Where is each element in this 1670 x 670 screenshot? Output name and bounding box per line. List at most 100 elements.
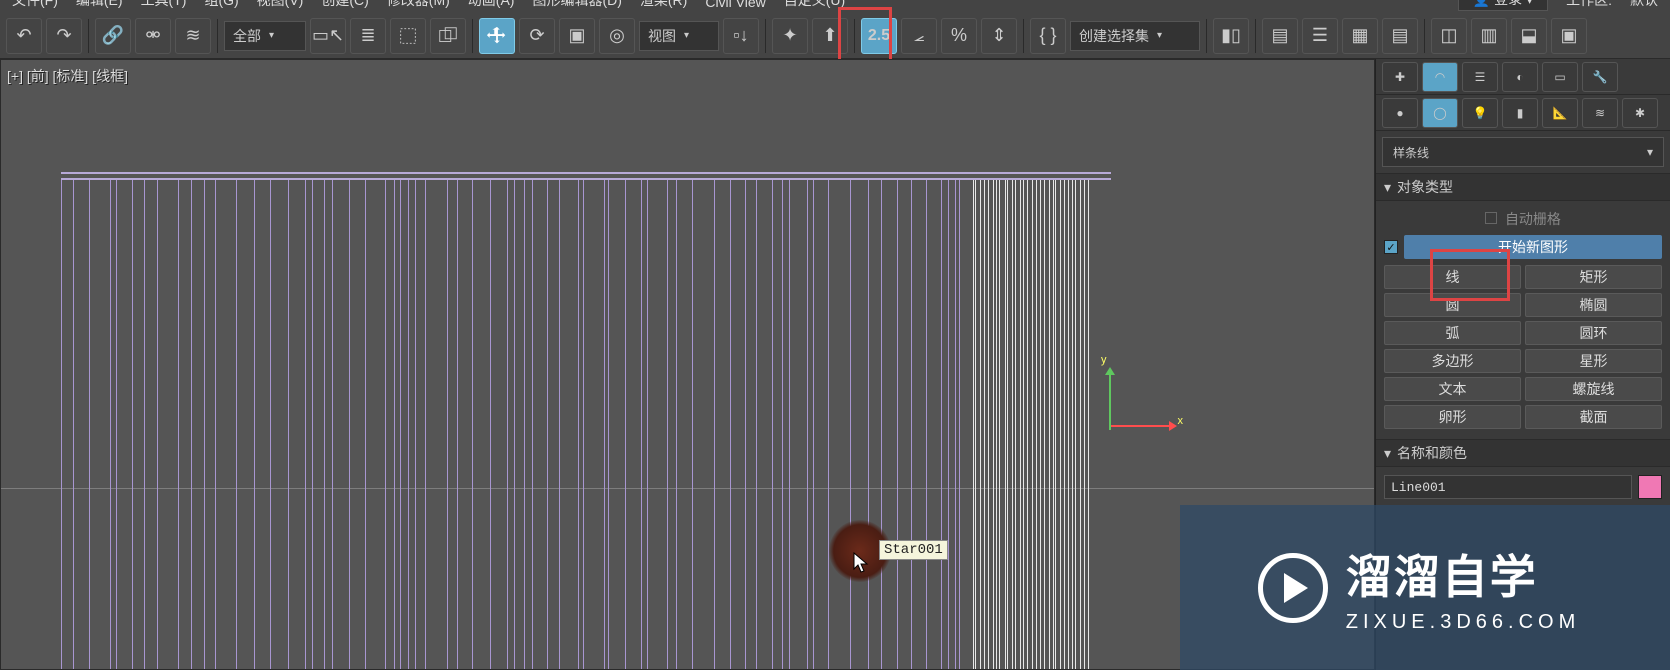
autogrid-checkbox[interactable] (1485, 212, 1497, 224)
spinner-snap-button[interactable]: ⇕ (981, 18, 1017, 54)
chevron-down-icon: ▾ (1384, 445, 1391, 462)
menu-tools[interactable]: 工具(T) (141, 0, 187, 10)
rollout-name-color-header[interactable]: ▾ 名称和颜色 (1376, 439, 1670, 467)
text-button[interactable]: 文本 (1384, 377, 1521, 401)
menu-create[interactable]: 创建(C) (321, 0, 368, 10)
geometry-cat[interactable]: ● (1382, 98, 1418, 128)
select-place-button[interactable]: ◎ (599, 18, 635, 54)
rollout-object-type-header[interactable]: ▾ 对象类型 (1376, 173, 1670, 201)
menu-civil[interactable]: Civil View (705, 0, 765, 10)
mirror-button[interactable]: ▮▯ (1213, 18, 1249, 54)
star-button[interactable]: 星形 (1525, 349, 1662, 373)
percent-snap-button[interactable]: % (941, 18, 977, 54)
start-new-shape-button[interactable]: 开始新图形 (1404, 235, 1662, 259)
selection-filter-dropdown[interactable]: 全部▾ (224, 21, 306, 51)
menu-view[interactable]: 视图(V) (257, 0, 304, 10)
render-setup-button[interactable]: ⬓ (1511, 18, 1547, 54)
modify-tab[interactable]: ◠ (1422, 62, 1458, 92)
menu-graph[interactable]: 图形编辑器(D) (532, 0, 621, 10)
circle-button[interactable]: 圆 (1384, 293, 1521, 317)
separator (765, 19, 766, 53)
line-button[interactable]: 线 (1384, 265, 1521, 289)
workspace-value[interactable]: 默认 (1630, 0, 1658, 10)
edit-named-sel-button[interactable]: { } (1030, 18, 1066, 54)
ngon-button[interactable]: 多边形 (1384, 349, 1521, 373)
separator (854, 19, 855, 53)
keyboard-shortcut-toggle[interactable]: ⬆ (812, 18, 848, 54)
menu-render[interactable]: 渲染(R) (640, 0, 687, 10)
rectangle-button[interactable]: 矩形 (1525, 265, 1662, 289)
separator (88, 19, 89, 53)
rectangular-region-button[interactable] (390, 18, 426, 54)
object-color-swatch[interactable] (1638, 475, 1662, 499)
unlink-button[interactable]: ⚮ (135, 18, 171, 54)
lights-cat[interactable]: 💡 (1462, 98, 1498, 128)
cursor-icon (853, 552, 871, 580)
ref-coord-label: 视图 (648, 26, 676, 46)
login-dropdown[interactable]: 👤 登录 ▾ (1458, 0, 1548, 11)
menu-anim[interactable]: 动画(A) (468, 0, 515, 10)
toggle-ribbon-button[interactable]: ▦ (1342, 18, 1378, 54)
user-icon: 👤 (1473, 0, 1490, 8)
menu-edit[interactable]: 编辑(E) (76, 0, 123, 10)
align-button[interactable]: ▤ (1262, 18, 1298, 54)
donut-button[interactable]: 圆环 (1525, 321, 1662, 345)
named-selection-dropdown[interactable]: 创建选择集▾ (1070, 21, 1200, 51)
snap-toggle-button[interactable]: 2.5 (861, 18, 897, 54)
shapes-cat[interactable]: ◯ (1422, 98, 1458, 128)
name-color-row (1376, 467, 1670, 507)
select-scale-button[interactable]: ▣ (559, 18, 595, 54)
chevron-down-icon: ▾ (1526, 0, 1533, 8)
render-frame-button[interactable]: ▣ (1551, 18, 1587, 54)
arc-button[interactable]: 弧 (1384, 321, 1521, 345)
link-button[interactable]: 🔗 (95, 18, 131, 54)
egg-button[interactable]: 卵形 (1384, 405, 1521, 429)
section-button[interactable]: 截面 (1525, 405, 1662, 429)
utilities-tab[interactable]: 🔧 (1582, 62, 1618, 92)
main-menubar: 文件(F) 编辑(E) 工具(T) 组(G) 视图(V) 创建(C) 修改器(M… (0, 0, 1670, 13)
undo-button[interactable]: ↶ (6, 18, 42, 54)
login-label: 登录 (1494, 0, 1522, 9)
helpers-cat[interactable]: 📐 (1542, 98, 1578, 128)
start-new-shape-checkbox[interactable]: ✓ (1384, 240, 1398, 254)
separator (1206, 19, 1207, 53)
select-move-button[interactable] (479, 18, 515, 54)
ellipse-button[interactable]: 椭圆 (1525, 293, 1662, 317)
create-tab[interactable]: ✚ (1382, 62, 1418, 92)
select-by-name-button[interactable]: ≣ (350, 18, 386, 54)
hierarchy-tab[interactable]: ☰ (1462, 62, 1498, 92)
display-tab[interactable]: ▭ (1542, 62, 1578, 92)
redo-button[interactable]: ↷ (46, 18, 82, 54)
transform-gizmo[interactable]: x y (1051, 370, 1171, 490)
bind-spacewarp-button[interactable]: ≋ (175, 18, 211, 54)
selection-filter-label: 全部 (233, 26, 261, 46)
chevron-down-icon: ▾ (1384, 179, 1391, 196)
menu-modifier[interactable]: 修改器(M) (387, 0, 450, 10)
material-editor-button[interactable]: ▥ (1471, 18, 1507, 54)
use-pivot-center-button[interactable]: ▫↓ (723, 18, 759, 54)
curve-editor-button[interactable]: ▤ (1382, 18, 1418, 54)
angle-snap-button[interactable]: ⦟ (901, 18, 937, 54)
select-rotate-button[interactable]: ⟳ (519, 18, 555, 54)
systems-cat[interactable]: ✱ (1622, 98, 1658, 128)
motion-tab[interactable]: ◐ (1502, 62, 1538, 92)
helix-button[interactable]: 螺旋线 (1525, 377, 1662, 401)
viewport-label[interactable]: [+] [前] [标准] [线框] (7, 66, 128, 86)
layer-explorer-button[interactable]: ☰ (1302, 18, 1338, 54)
shape-category-dropdown[interactable]: 样条线 ▾ (1382, 137, 1664, 167)
command-panel-tabs: ✚ ◠ ☰ ◐ ▭ 🔧 (1376, 59, 1670, 95)
menu-file[interactable]: 文件(F) (12, 0, 58, 10)
select-manipulate-button[interactable]: ✦ (772, 18, 808, 54)
ref-coord-dropdown[interactable]: 视图▾ (639, 21, 719, 51)
separator (472, 19, 473, 53)
menu-custom[interactable]: 自定义(U) (784, 0, 845, 10)
cameras-cat[interactable]: ▮ (1502, 98, 1538, 128)
select-object-button[interactable]: ▭↖ (310, 18, 346, 54)
object-name-input[interactable] (1384, 475, 1632, 499)
viewport-front[interactable]: [+] [前] [标准] [线框] // placeholder - lines… (0, 59, 1375, 670)
window-crossing-button[interactable] (430, 18, 466, 54)
separator (1424, 19, 1425, 53)
schematic-view-button[interactable]: ◫ (1431, 18, 1467, 54)
spacewarps-cat[interactable]: ≋ (1582, 98, 1618, 128)
menu-group[interactable]: 组(G) (204, 0, 238, 10)
